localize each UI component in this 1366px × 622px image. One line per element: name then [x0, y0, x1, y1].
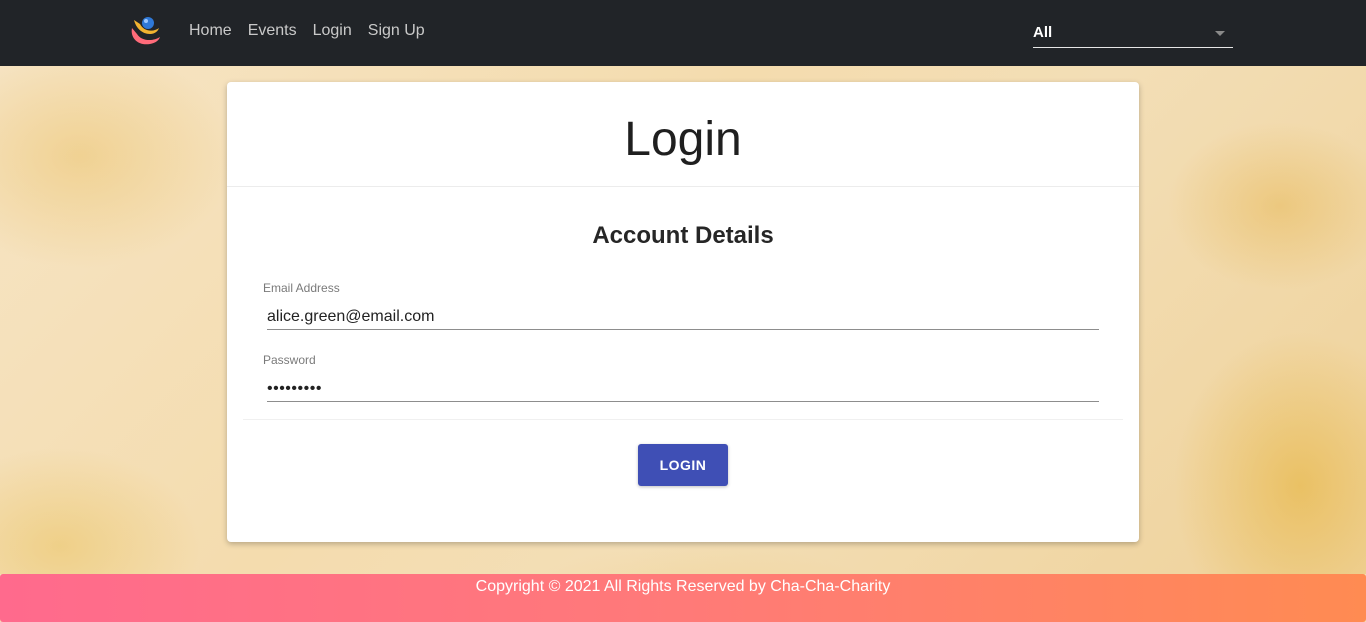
caret-down-icon [1215, 31, 1225, 36]
email-field[interactable] [267, 304, 1099, 330]
password-field-group: Password [263, 353, 1099, 402]
page-title: Login [624, 113, 742, 166]
form-divider [243, 419, 1123, 420]
password-label: Password [263, 353, 316, 367]
title-divider [227, 186, 1139, 187]
category-select-value: All [1033, 24, 1053, 41]
email-label: Email Address [263, 281, 340, 295]
password-field[interactable] [267, 376, 1099, 402]
email-field-group: Email Address [263, 281, 1099, 330]
nav-link-home[interactable]: Home [189, 22, 232, 40]
section-title: Account Details [592, 222, 774, 249]
nav-link-login[interactable]: Login [313, 22, 352, 40]
footer-copyright: Copyright © 2021 All Rights Reserved by … [475, 578, 891, 595]
nav-link-events[interactable]: Events [248, 22, 297, 40]
footer: Copyright © 2021 All Rights Reserved by … [0, 574, 1366, 622]
charity-logo-icon[interactable] [128, 14, 162, 50]
nav-links: Home Events Login Sign Up [189, 22, 425, 40]
login-card: Login Account Details Email Address Pass… [227, 82, 1139, 542]
category-select[interactable]: All [1033, 20, 1233, 48]
navbar: Home Events Login Sign Up All [0, 0, 1366, 66]
nav-link-sign-up[interactable]: Sign Up [368, 22, 425, 40]
login-button[interactable]: LOGIN [638, 444, 728, 486]
